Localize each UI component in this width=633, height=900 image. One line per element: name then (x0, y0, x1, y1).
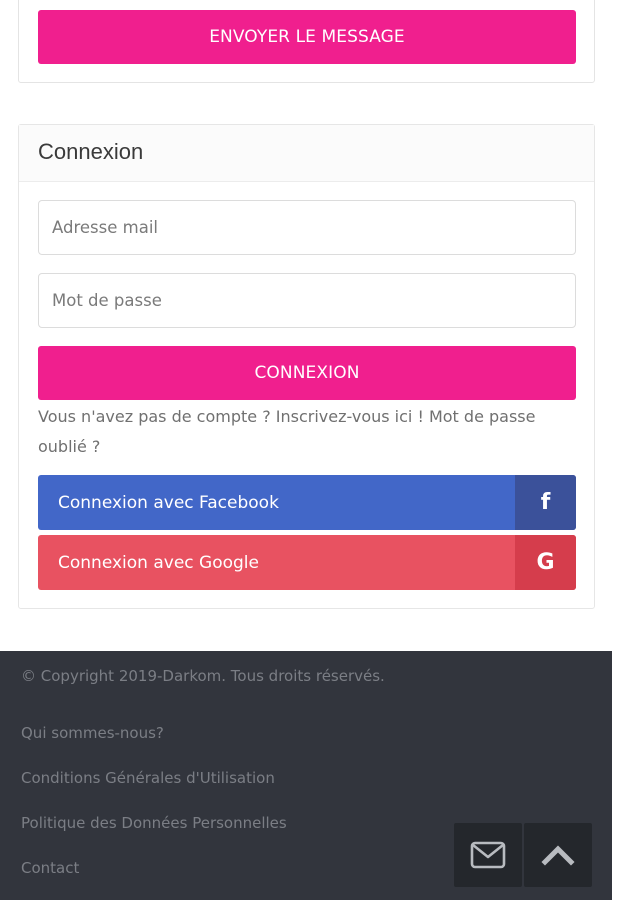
footer-copyright: © Copyright 2019-Darkom. Tous droits rés… (21, 667, 385, 685)
login-help-text: Vous n'avez pas de compte ? Inscrivez-vo… (38, 402, 578, 462)
register-link[interactable]: Inscrivez-vous ici ! (276, 407, 424, 426)
footer-link-terms[interactable]: Conditions Générales d'Utilisation (21, 769, 275, 787)
login-card-header: Connexion (19, 125, 594, 182)
chevron-up-icon (541, 845, 575, 866)
send-message-button[interactable]: ENVOYER LE MESSAGE (38, 10, 576, 64)
back-to-top-button[interactable] (524, 823, 592, 887)
footer-link-privacy[interactable]: Politique des Données Personnelles (21, 814, 287, 832)
password-input[interactable] (38, 273, 576, 328)
footer-link-contact[interactable]: Contact (21, 859, 79, 877)
google-login-button[interactable]: Connexion avec Google G (38, 535, 576, 590)
no-account-text: Vous n'avez pas de compte ? (38, 407, 276, 426)
mail-button[interactable] (454, 823, 522, 887)
page: ENVOYER LE MESSAGE Connexion CONNEXION V… (0, 0, 633, 900)
email-input[interactable] (38, 200, 576, 255)
login-title: Connexion (38, 139, 144, 164)
facebook-icon: f (515, 475, 576, 530)
google-icon: G (515, 535, 576, 590)
facebook-login-button[interactable]: Connexion avec Facebook f (38, 475, 576, 530)
footer-link-about[interactable]: Qui sommes-nous? (21, 724, 164, 742)
login-submit-button[interactable]: CONNEXION (38, 346, 576, 400)
facebook-login-label: Connexion avec Facebook (58, 492, 279, 513)
envelope-icon (470, 841, 506, 869)
google-login-label: Connexion avec Google (58, 552, 259, 573)
